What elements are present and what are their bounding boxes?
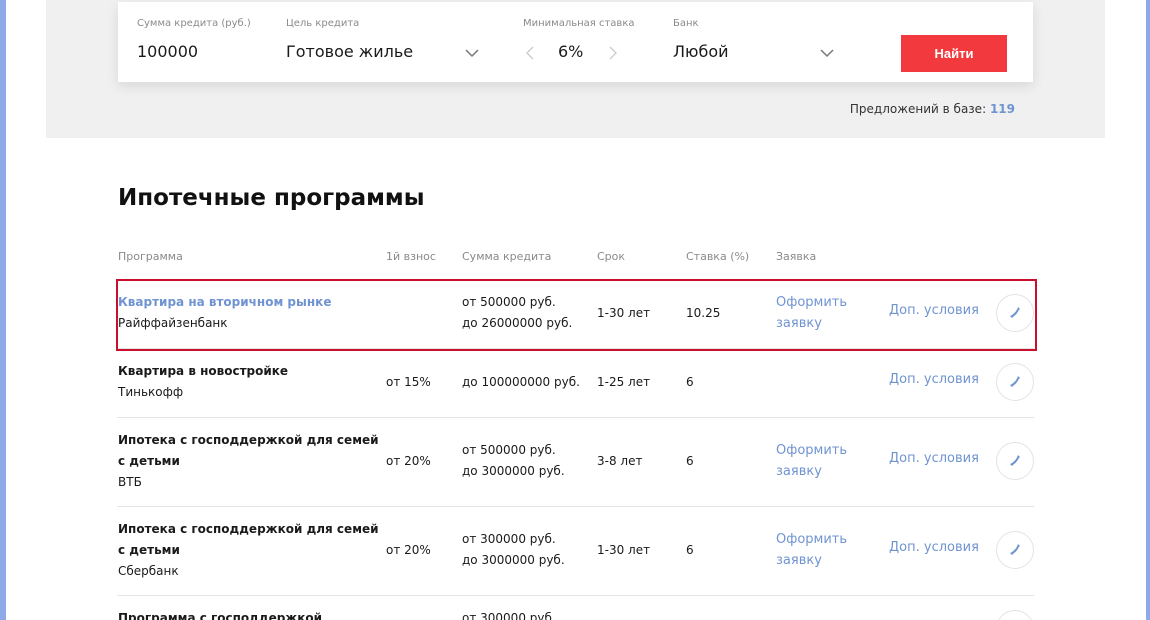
- offers-count: Предложений в базе: 119: [850, 102, 1015, 116]
- column-header-program: Программа: [118, 250, 183, 263]
- program-name[interactable]: Ипотека с господдержкой для семей: [118, 430, 379, 451]
- column-header-application: Заявка: [776, 250, 817, 263]
- chevron-right-icon[interactable]: [606, 46, 620, 60]
- program-name[interactable]: Программа с господдержкой: [118, 608, 322, 620]
- program-cell: Квартира в новостройке Тинькофф: [118, 361, 288, 403]
- bank-name: ВТБ: [118, 475, 142, 489]
- column-header-down-payment: 1й взнос: [386, 250, 436, 263]
- rate-label: Минимальная ставка: [523, 18, 635, 29]
- term-cell: 3-8 лет: [597, 454, 643, 468]
- down-payment-cell: от 20%: [386, 543, 431, 557]
- purpose-label: Цель кредита: [286, 18, 360, 29]
- extra-conditions-link[interactable]: Доп. условия: [889, 540, 979, 555]
- purpose-select[interactable]: Готовое жилье: [286, 42, 413, 61]
- page: Сумма кредита (руб.) 100000 Цель кредита…: [6, 0, 1146, 620]
- term-cell: 1-30 лет: [597, 543, 651, 557]
- program-cell: Программа с господдержкой: [118, 608, 322, 620]
- amount-to: до 3000000 руб.: [462, 553, 565, 567]
- down-payment-cell: от 20%: [386, 454, 431, 468]
- amount-cell: от 300000 руб.: [462, 611, 556, 620]
- program-name-cont[interactable]: с детьми: [118, 540, 379, 561]
- apply-link[interactable]: Оформить заявку: [776, 529, 847, 571]
- program-name[interactable]: Ипотека с господдержкой для семей: [118, 519, 379, 540]
- chevron-left-icon[interactable]: [523, 46, 537, 60]
- program-cell: Ипотека с господдержкой для семей с деть…: [118, 430, 379, 493]
- amount-from: от 300000 руб.: [462, 532, 556, 546]
- chevron-down-icon[interactable]: [820, 46, 834, 60]
- table-row: Программа с господдержкой от 300000 руб.: [117, 596, 1034, 620]
- offers-label: Предложений в базе:: [849, 102, 987, 116]
- rate-value: 6%: [558, 42, 584, 61]
- selected-row-highlight: [116, 279, 1037, 351]
- rate-cell: 6: [686, 543, 694, 557]
- apply-link-line2[interactable]: заявку: [776, 550, 847, 571]
- column-header-rate: Ставка (%): [686, 250, 750, 263]
- phone-icon: [1010, 544, 1020, 555]
- chevron-down-icon[interactable]: [465, 46, 479, 60]
- amount-input[interactable]: 100000: [137, 42, 198, 61]
- search-form: Сумма кредита (руб.) 100000 Цель кредита…: [118, 2, 1033, 82]
- program-cell: Ипотека с господдержкой для семей с деть…: [118, 519, 379, 582]
- page-title: Ипотечные программы: [118, 185, 425, 211]
- apply-link-line2[interactable]: заявку: [776, 461, 847, 482]
- rate-cell: 6: [686, 375, 694, 389]
- term-cell: 1-25 лет: [597, 375, 651, 389]
- phone-button[interactable]: [996, 363, 1034, 401]
- phone-button[interactable]: [996, 531, 1034, 569]
- extra-conditions-link[interactable]: Доп. условия: [889, 372, 979, 387]
- bank-name: Тинькофф: [118, 385, 184, 399]
- apply-link[interactable]: Оформить заявку: [776, 440, 847, 482]
- phone-button[interactable]: [996, 442, 1034, 480]
- table-row: Ипотека с господдержкой для семей с деть…: [117, 507, 1034, 596]
- amount-to: до 3000000 руб.: [462, 464, 565, 478]
- phone-icon: [1010, 455, 1020, 466]
- table-row: Ипотека с господдержкой для семей с деть…: [117, 418, 1034, 507]
- amount-cell: до 100000000 руб.: [462, 375, 580, 389]
- amount-cell: от 300000 руб. до 3000000 руб.: [462, 529, 565, 571]
- phone-icon: [1010, 376, 1020, 387]
- down-payment-cell: от 15%: [386, 375, 431, 389]
- phone-button[interactable]: [996, 610, 1034, 620]
- apply-link-line1[interactable]: Оформить: [776, 529, 847, 550]
- search-button[interactable]: Найти: [901, 35, 1007, 72]
- offers-number: 119: [989, 102, 1015, 116]
- extra-conditions-link[interactable]: Доп. условия: [889, 451, 979, 466]
- rate-cell: 6: [686, 454, 694, 468]
- bank-name: Сбербанк: [118, 564, 179, 578]
- program-name[interactable]: Квартира в новостройке: [118, 361, 288, 382]
- bank-select[interactable]: Любой: [673, 42, 729, 61]
- amount-cell: от 500000 руб. до 3000000 руб.: [462, 440, 565, 482]
- column-header-term: Срок: [597, 250, 626, 263]
- amount-label: Сумма кредита (руб.): [137, 18, 251, 29]
- apply-link-line1[interactable]: Оформить: [776, 440, 847, 461]
- table-row: Квартира в новостройке Тинькофф от 15% д…: [117, 349, 1034, 418]
- bank-label: Банк: [673, 18, 699, 29]
- program-name-cont[interactable]: с детьми: [118, 451, 379, 472]
- amount-from: от 500000 руб.: [462, 443, 556, 457]
- column-header-amount: Сумма кредита: [462, 250, 552, 263]
